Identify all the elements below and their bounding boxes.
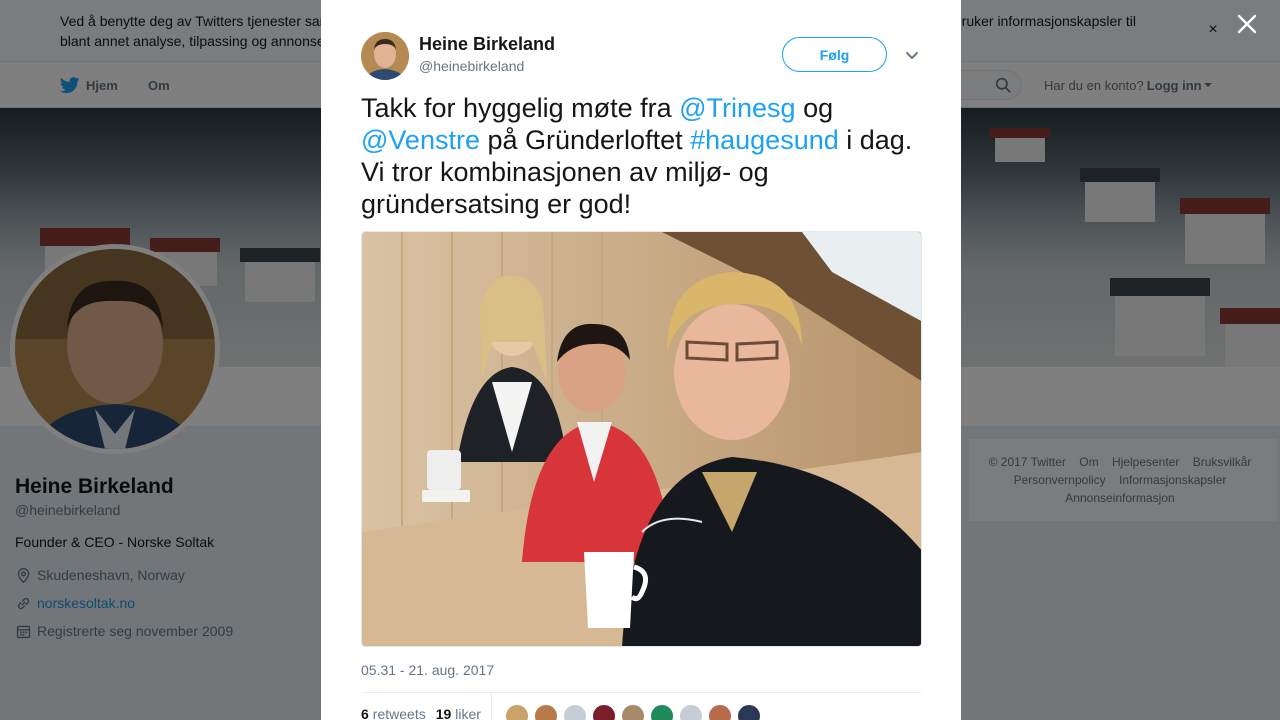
liker-avatar[interactable] (708, 704, 732, 720)
likes-count: 19 (435, 706, 452, 720)
retweets-stat[interactable]: 6 retweets (361, 706, 426, 720)
chevron-down-icon[interactable] (904, 47, 920, 63)
tweet-author-handle[interactable]: @heinebirkeland (419, 58, 524, 74)
retweets-label: retweets (372, 706, 426, 720)
tweet-photo[interactable] (361, 231, 922, 647)
tweet-text-part: og (795, 93, 834, 123)
retweets-count: 6 (361, 706, 369, 720)
likes-stat[interactable]: 19 liker (436, 706, 481, 720)
tweet-timestamp[interactable]: 05.31 - 21. aug. 2017 (361, 662, 494, 678)
tweet-text: Takk for hyggelig møte fra @Trinesg og @… (361, 92, 921, 220)
liker-avatar[interactable] (592, 704, 616, 720)
close-icon[interactable] (1236, 13, 1258, 35)
liker-avatar[interactable] (679, 704, 703, 720)
tweet-stats: 6 retweets 19 liker (361, 706, 491, 720)
liker-avatar[interactable] (650, 704, 674, 720)
hashtag-link[interactable]: #haugesund (690, 125, 839, 155)
liker-avatar[interactable] (563, 704, 587, 720)
liker-avatar[interactable] (737, 704, 761, 720)
tweet-text-part: Takk for hyggelig møte fra (361, 93, 680, 123)
follow-button[interactable]: Følg (782, 37, 887, 72)
divider (361, 692, 921, 693)
liker-avatar[interactable] (534, 704, 558, 720)
liker-avatar[interactable] (505, 704, 529, 720)
mention-link[interactable]: @Venstre (361, 125, 480, 155)
tweet-text-part: på Gründerloftet (479, 125, 691, 155)
stats-separator (491, 693, 492, 720)
tweet-author-name[interactable]: Heine Birkeland (419, 34, 555, 55)
likers-avatars (505, 704, 766, 720)
likes-label: liker (455, 706, 481, 720)
mention-link[interactable]: @Trinesg (679, 93, 795, 123)
liker-avatar[interactable] (621, 704, 645, 720)
tweet-author-avatar[interactable] (361, 32, 409, 80)
tweet-modal: Heine Birkeland @heinebirkeland Følg Tak… (321, 0, 961, 720)
